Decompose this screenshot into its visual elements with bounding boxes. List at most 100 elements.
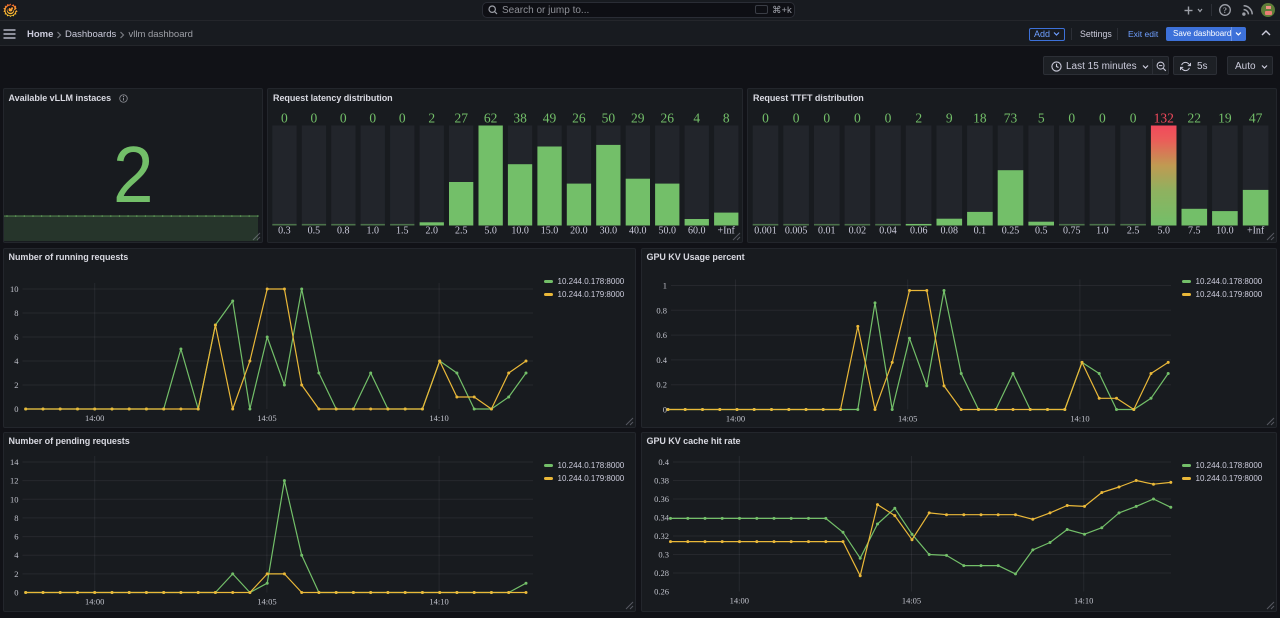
svg-text:0.4: 0.4 [656, 354, 667, 364]
svg-text:10.0: 10.0 [511, 225, 528, 236]
svg-text:14:10: 14:10 [1070, 413, 1089, 423]
svg-text:0: 0 [369, 110, 376, 125]
svg-text:6: 6 [14, 531, 18, 541]
svg-text:0.28: 0.28 [654, 568, 669, 578]
svg-text:1.0: 1.0 [367, 225, 380, 236]
svg-text:2: 2 [14, 568, 18, 578]
svg-text:49: 49 [543, 110, 557, 125]
svg-text:0.34: 0.34 [654, 512, 670, 522]
svg-text:0.01: 0.01 [818, 225, 836, 236]
svg-text:14: 14 [10, 457, 19, 467]
svg-text:0.6: 0.6 [656, 330, 667, 340]
svg-text:14:00: 14:00 [729, 595, 748, 605]
svg-text:14:00: 14:00 [85, 413, 104, 423]
svg-text:0.32: 0.32 [654, 531, 669, 541]
svg-text:14:10: 14:10 [429, 413, 448, 423]
svg-text:73: 73 [1004, 110, 1018, 125]
svg-text:0: 0 [1068, 110, 1075, 125]
svg-text:0.38: 0.38 [654, 475, 669, 485]
svg-text:0.5: 0.5 [1035, 225, 1048, 236]
svg-text:50: 50 [602, 110, 616, 125]
svg-text:+Inf: +Inf [1247, 225, 1265, 236]
svg-text:0: 0 [14, 404, 18, 414]
svg-text:0: 0 [823, 110, 830, 125]
svg-text:50.0: 50.0 [659, 225, 677, 236]
svg-text:6: 6 [14, 332, 18, 342]
svg-text:7.5: 7.5 [1188, 225, 1201, 236]
svg-text:0: 0 [14, 587, 18, 597]
svg-text:0.5: 0.5 [308, 225, 321, 236]
svg-text:2.5: 2.5 [455, 225, 468, 236]
svg-text:0: 0 [662, 404, 666, 414]
svg-text:0: 0 [399, 110, 406, 125]
svg-text:0: 0 [793, 110, 800, 125]
svg-text:0.06: 0.06 [910, 225, 928, 236]
svg-text:0.25: 0.25 [1002, 225, 1020, 236]
svg-text:0.8: 0.8 [656, 305, 667, 315]
svg-text:20.0: 20.0 [570, 225, 588, 236]
svg-text:2: 2 [14, 380, 18, 390]
svg-text:14:05: 14:05 [257, 596, 276, 606]
svg-text:10: 10 [10, 494, 19, 504]
svg-text:0.08: 0.08 [941, 225, 959, 236]
svg-text:15.0: 15.0 [541, 225, 559, 236]
svg-text:12: 12 [10, 475, 19, 485]
svg-text:14:05: 14:05 [898, 413, 917, 423]
svg-text:0.04: 0.04 [879, 225, 897, 236]
svg-text:0.02: 0.02 [849, 225, 867, 236]
svg-text:0.3: 0.3 [278, 225, 291, 236]
svg-text:0: 0 [1099, 110, 1106, 125]
svg-text:0: 0 [885, 110, 892, 125]
svg-text:8: 8 [14, 512, 18, 522]
svg-text:2: 2 [428, 110, 435, 125]
svg-text:?: ? [1223, 6, 1227, 15]
svg-text:4: 4 [14, 356, 19, 366]
svg-text:0: 0 [762, 110, 769, 125]
svg-text:1.5: 1.5 [396, 225, 409, 236]
svg-text:10.0: 10.0 [1216, 225, 1234, 236]
svg-text:0.3: 0.3 [658, 549, 669, 559]
svg-text:14:00: 14:00 [725, 413, 744, 423]
svg-text:8: 8 [14, 308, 18, 318]
svg-text:10: 10 [10, 284, 19, 294]
svg-text:26: 26 [661, 110, 675, 125]
svg-text:30.0: 30.0 [600, 225, 618, 236]
svg-text:8: 8 [723, 110, 730, 125]
svg-text:26: 26 [572, 110, 586, 125]
svg-text:2.5: 2.5 [1127, 225, 1140, 236]
svg-text:0: 0 [311, 110, 318, 125]
svg-text:18: 18 [973, 110, 987, 125]
svg-text:62: 62 [484, 110, 498, 125]
svg-text:0.8: 0.8 [337, 225, 350, 236]
svg-text:40.0: 40.0 [629, 225, 647, 236]
svg-text:0.36: 0.36 [654, 494, 669, 504]
svg-text:14:05: 14:05 [901, 595, 920, 605]
svg-text:0.005: 0.005 [785, 225, 808, 236]
svg-text:29: 29 [631, 110, 645, 125]
svg-text:0.2: 0.2 [656, 379, 667, 389]
svg-text:19: 19 [1218, 110, 1232, 125]
svg-text:60.0: 60.0 [688, 225, 706, 236]
svg-text:14:00: 14:00 [85, 596, 104, 606]
svg-text:5: 5 [1038, 110, 1045, 125]
svg-text:2: 2 [915, 110, 922, 125]
svg-text:0.4: 0.4 [658, 457, 669, 467]
svg-text:0: 0 [340, 110, 347, 125]
svg-text:4: 4 [14, 550, 19, 560]
svg-text:0: 0 [854, 110, 861, 125]
svg-text:22: 22 [1188, 110, 1202, 125]
svg-text:0.001: 0.001 [754, 225, 777, 236]
svg-text:9: 9 [946, 110, 953, 125]
svg-text:14:05: 14:05 [257, 413, 276, 423]
svg-text:0: 0 [281, 110, 288, 125]
svg-text:38: 38 [513, 110, 527, 125]
svg-text:14:10: 14:10 [1074, 595, 1093, 605]
svg-text:2.0: 2.0 [425, 225, 438, 236]
svg-text:0.1: 0.1 [974, 225, 987, 236]
svg-text:0.75: 0.75 [1063, 225, 1081, 236]
svg-text:132: 132 [1154, 110, 1174, 125]
svg-text:4: 4 [693, 110, 700, 125]
svg-text:47: 47 [1249, 110, 1263, 125]
svg-text:5.0: 5.0 [1157, 225, 1170, 236]
svg-text:0.26: 0.26 [654, 586, 669, 596]
